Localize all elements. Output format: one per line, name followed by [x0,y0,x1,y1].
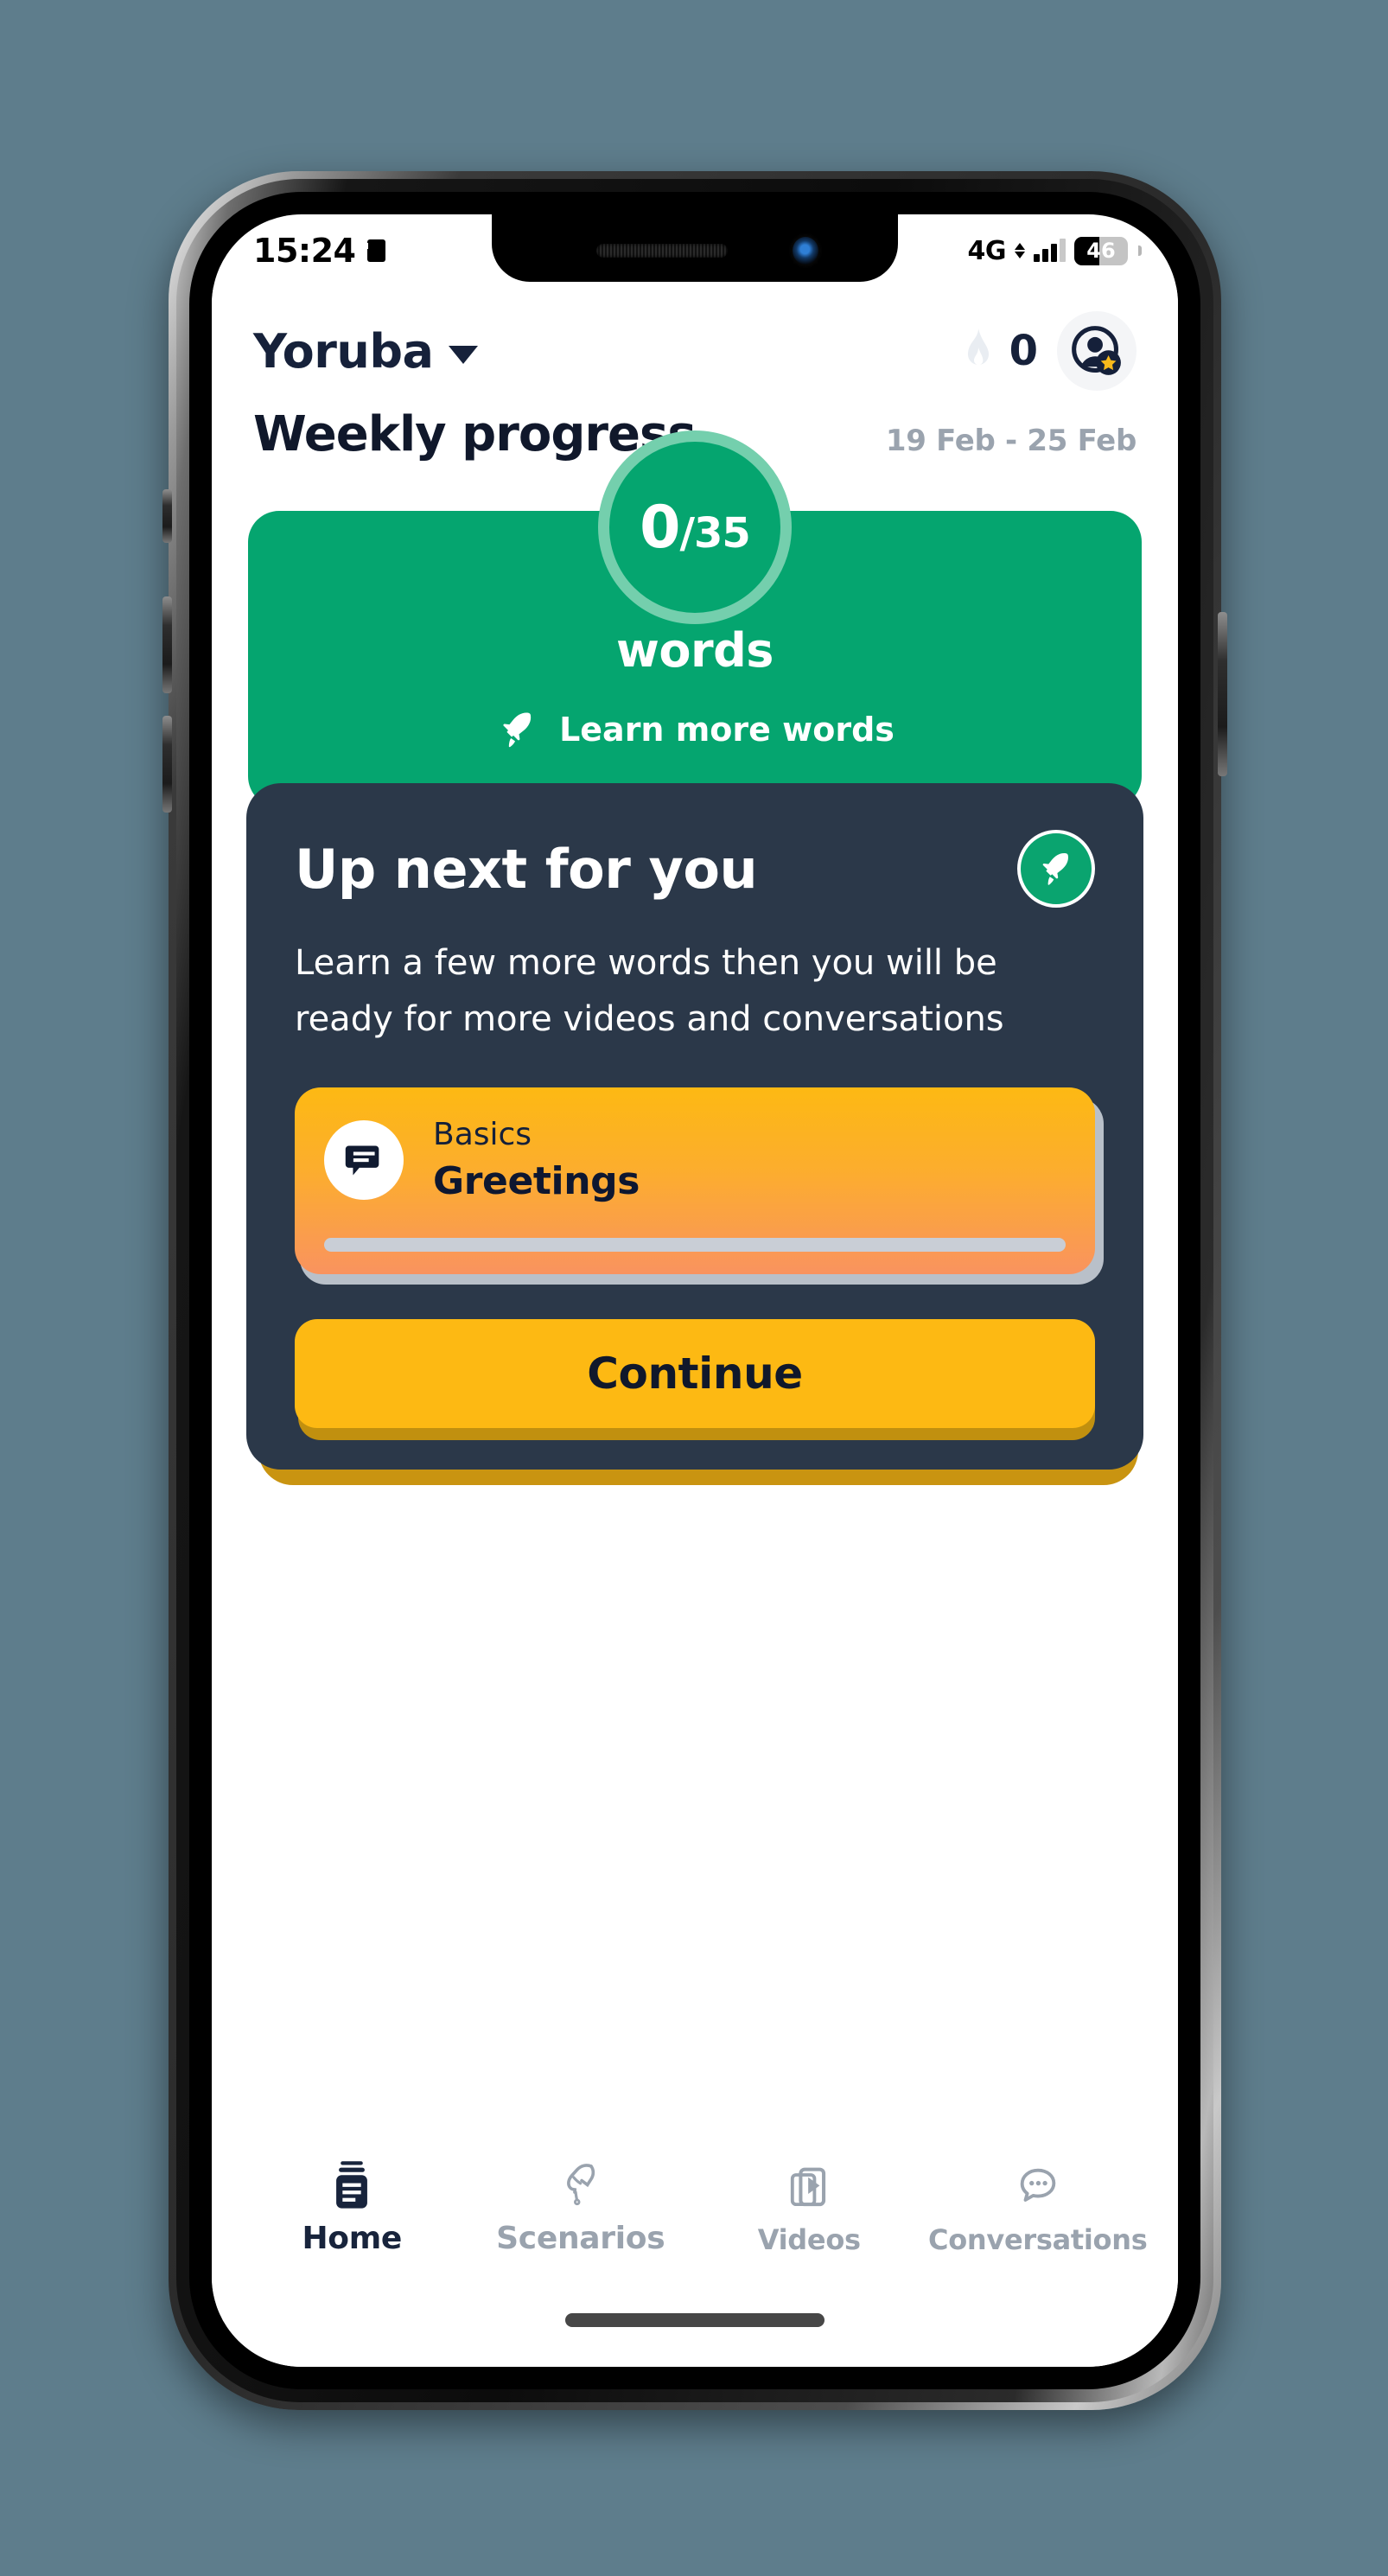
device-notch [492,214,898,282]
up-next-header: Up next for you [295,830,1095,908]
avatar-star-icon [1072,326,1121,375]
mute-switch[interactable] [162,489,172,543]
nav-item-videos[interactable]: Videos [695,2161,924,2256]
nav-label-scenarios: Scenarios [496,2221,665,2256]
arrow-up-icon [1015,243,1025,250]
up-next-description: Learn a few more words then you will be … [295,943,1004,1039]
continue-wrap: Continue [295,1318,1095,1440]
avatar[interactable] [1057,311,1137,391]
home-indicator[interactable] [565,2313,825,2327]
status-bar-right: 4G 46 [967,235,1142,266]
earpiece-speaker-icon [596,244,729,258]
streak-counter[interactable]: 0 [958,326,1038,376]
rocket-icon [503,712,532,748]
nav-label-videos: Videos [757,2223,861,2256]
up-next-card: Up next for you Learn a few more words t… [246,783,1143,1470]
lesson-text: Basics Greetings [433,1117,640,1203]
header-actions: 0 [958,311,1137,391]
progress-goal: 35 [694,508,751,558]
status-bar-left: 15:24 [253,232,386,270]
progress-current: 0 [640,493,680,562]
nav-item-conversations[interactable]: Conversations [924,2161,1153,2256]
volume-up-button[interactable] [162,596,172,693]
app-content: Yoruba 0 Weekly progress 19 Feb - 25 Feb… [212,287,1178,2367]
progress-ring: 0/35 [598,430,792,624]
arrow-down-icon [1015,252,1025,258]
front-camera-icon [793,237,818,265]
nav-item-home[interactable]: Home [238,2158,467,2256]
language-label: Yoruba [253,323,434,379]
signal-strength-icon [1034,239,1066,262]
lesson-card-wrap: Basics Greetings [295,1087,1104,1285]
lesson-category: Basics [433,1116,532,1152]
learn-more-words-label: Learn more words [559,711,895,749]
video-play-icon [791,2167,826,2207]
language-selector[interactable]: Yoruba [253,323,479,379]
lesson-icon-circle [324,1119,404,1200]
chat-bubble-icon [345,1145,379,1176]
nav-label-home: Home [302,2221,403,2256]
chevron-down-icon [449,345,479,364]
lesson-progress-bar [324,1237,1066,1252]
flame-icon [967,328,989,366]
status-time: 15:24 [253,232,356,270]
progress-unit-label: words [616,623,774,678]
phone-screen: 15:24 4G 46 Yoruba 0 Weekly progress 19 … [212,214,1178,2367]
progress-separator: / [679,508,696,558]
bottom-navigation: Home Scenarios Videos Conversations [212,2158,1178,2256]
weekly-progress-card: 0/35 words Learn more words [248,430,1142,807]
network-type-label: 4G [967,235,1007,266]
nav-item-scenarios[interactable]: Scenarios [467,2158,696,2256]
learn-more-words-button[interactable]: Learn more words [248,707,1142,752]
volume-down-button[interactable] [162,716,172,813]
up-next-section: Up next for you Learn a few more words t… [246,783,1143,1485]
up-next-badge [1017,830,1095,908]
rocket-icon [1042,853,1068,885]
page-title: Weekly progress [253,406,697,462]
lesson-row: Basics Greetings [324,1117,1066,1203]
battery-percent-label: 46 [1086,239,1116,263]
lesson-card[interactable]: Basics Greetings [295,1087,1095,1274]
progress-value: 0/35 [640,493,751,562]
green-progress-card: 0/35 words Learn more words [248,430,1142,807]
continue-button[interactable]: Continue [295,1318,1095,1428]
data-transfer-icon [1015,243,1025,258]
battery-icon: 46 [1074,236,1128,265]
week-date-range: 19 Feb - 25 Feb [885,424,1137,458]
chat-dots-icon [1020,2168,1056,2202]
power-button[interactable] [1218,612,1227,776]
app-header: Yoruba 0 [212,287,1178,394]
battery-tip [1138,245,1142,256]
book-stack-icon [336,2161,368,2209]
lesson-name: Greetings [433,1158,640,1203]
nav-label-conversations: Conversations [928,2223,1148,2256]
phone-device: 15:24 4G 46 Yoruba 0 Weekly progress 19 … [162,171,1227,2410]
streak-count-label: 0 [1009,327,1038,375]
sim-card-icon [364,239,386,262]
up-next-title: Up next for you [295,837,758,901]
hand-icon [566,2164,595,2206]
